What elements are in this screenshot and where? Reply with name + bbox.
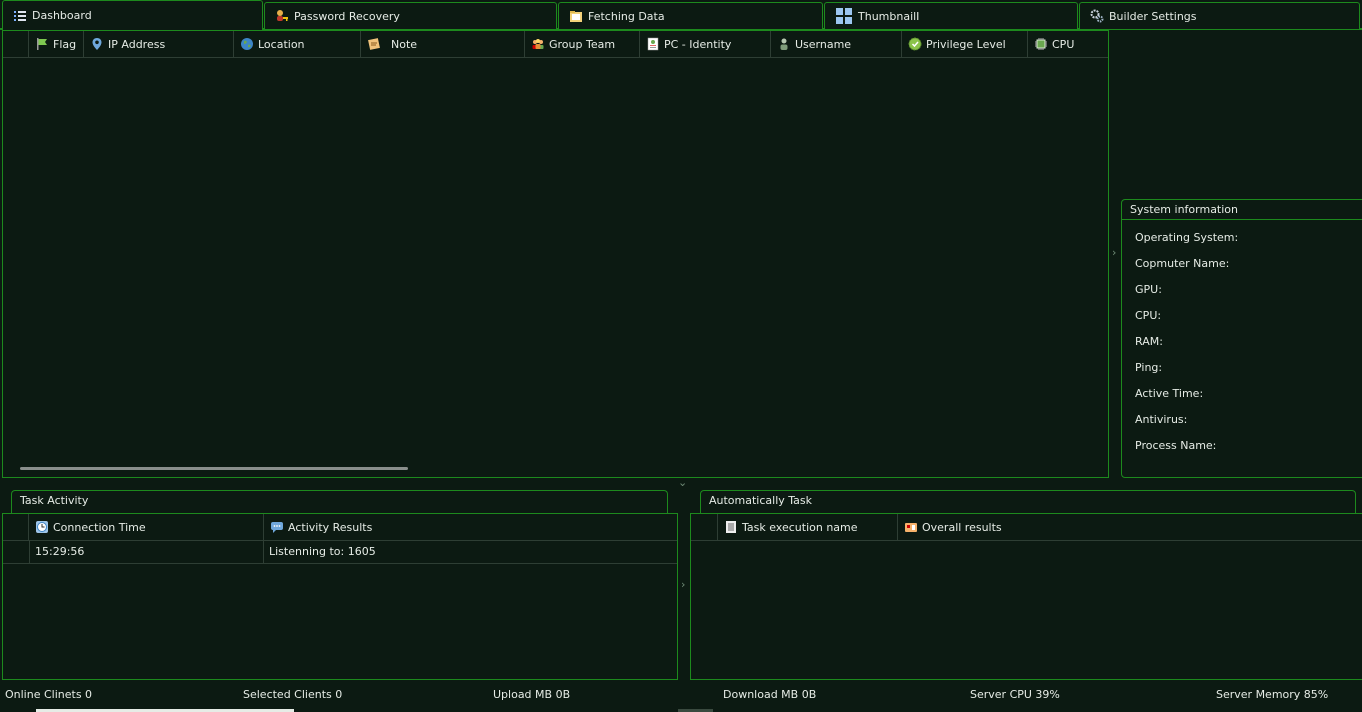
column-privilege-level[interactable]: Privilege Level [902, 31, 1028, 57]
group-icon [532, 39, 544, 49]
tab-fetching-data[interactable]: Fetching Data [558, 2, 823, 29]
sysinfo-active-time-label: Active Time: [1135, 387, 1204, 400]
flag-icon [37, 38, 47, 50]
automatically-task-table[interactable]: Task execution name Overall results [690, 513, 1362, 680]
status-upload: Upload MB 0B [493, 688, 571, 701]
tab-builder-settings[interactable]: Builder Settings [1079, 2, 1360, 29]
panel-title: System information [1130, 203, 1239, 216]
status-selected-clients: Selected Clients 0 [243, 688, 343, 701]
badge-icon [908, 37, 922, 51]
tab-label: Fetching Data [588, 9, 665, 23]
globe-icon [241, 38, 253, 50]
sysinfo-computer-name-label: Copmuter Name: [1135, 257, 1230, 270]
tab-label: Builder Settings [1109, 9, 1197, 23]
tab-password-recovery[interactable]: Password Recovery [264, 2, 557, 29]
chevron-right-icon[interactable]: › [681, 578, 685, 591]
column-ip-address[interactable]: IP Address [84, 31, 234, 57]
column-overall-results[interactable]: Overall results [898, 514, 1361, 540]
tab-dashboard[interactable]: Dashboard [2, 0, 263, 30]
note-icon [368, 38, 380, 50]
tab-label: Password Recovery [294, 9, 400, 23]
column-cpu[interactable]: CPU [1028, 31, 1108, 57]
automatically-task-table-header: Task execution name Overall results [691, 514, 1362, 541]
status-online-clients: Online Clinets 0 [5, 688, 93, 701]
row-selector-header[interactable] [691, 514, 718, 540]
map-pin-icon [92, 38, 102, 50]
horizontal-scrollbar[interactable] [20, 467, 408, 470]
chevron-right-icon[interactable]: › [1112, 246, 1116, 259]
divider [1122, 219, 1362, 220]
gears-icon [1090, 9, 1104, 23]
sysinfo-process-name-label: Process Name: [1135, 439, 1217, 452]
clock-icon [36, 521, 48, 533]
sysinfo-cpu-label: CPU: [1135, 309, 1162, 322]
status-bar [0, 680, 1362, 712]
tiles-icon [836, 8, 852, 24]
task-activity-table[interactable]: Connection Time Activity Results 15:29:5… [2, 513, 678, 680]
tab-label: Dashboard [32, 9, 92, 22]
id-card-icon [647, 37, 659, 51]
document-list-icon [726, 521, 736, 533]
chat-bubble-icon [271, 522, 283, 533]
row-selector-header[interactable] [3, 31, 29, 57]
status-download: Download MB 0B [723, 688, 817, 701]
row-selector-header[interactable] [3, 514, 29, 540]
tab-thumbnail[interactable]: ThumbnailI [824, 2, 1078, 29]
sysinfo-os-label: Operating System: [1135, 231, 1239, 244]
column-activity-results[interactable]: Activity Results [264, 514, 677, 540]
activity-result-cell: Listenning to: 1605 [269, 545, 376, 558]
status-server-cpu: Server CPU 39% [970, 688, 1060, 701]
column-flag[interactable]: Flag [29, 31, 84, 57]
user-icon [780, 38, 788, 50]
column-pc-identity[interactable]: PC - Identity [640, 31, 771, 57]
list-icon [14, 10, 26, 21]
folder-icon [570, 11, 582, 22]
clients-table[interactable]: Flag IP Address Location Note Group Team… [2, 30, 1109, 478]
system-information-panel: System information Operating System: Cop… [1121, 199, 1362, 478]
task-activity-header: Task Activity [11, 490, 668, 514]
tab-label: ThumbnailI [858, 9, 920, 23]
column-username[interactable]: Username [771, 31, 902, 57]
column-group-team[interactable]: Group Team [525, 31, 640, 57]
column-connection-time[interactable]: Connection Time [29, 514, 264, 540]
cpu-chip-icon [1035, 38, 1047, 50]
key-user-icon [277, 10, 288, 21]
panel-title: Task Activity [20, 494, 89, 507]
table-row[interactable]: 15:29:56 Listenning to: 1605 [3, 540, 677, 564]
sysinfo-gpu-label: GPU: [1135, 283, 1162, 296]
column-location[interactable]: Location [234, 31, 361, 57]
column-task-execution-name[interactable]: Task execution name [718, 514, 898, 540]
status-server-memory: Server Memory 85% [1216, 688, 1329, 701]
connection-time-cell: 15:29:56 [29, 540, 264, 563]
automatically-task-header: Automatically Task [700, 490, 1356, 514]
sysinfo-ping-label: Ping: [1135, 361, 1163, 374]
sysinfo-ram-label: RAM: [1135, 335, 1163, 348]
panel-title: Automatically Task [709, 494, 813, 507]
task-activity-table-header: Connection Time Activity Results [3, 514, 677, 541]
results-icon [905, 523, 917, 532]
sysinfo-antivirus-label: Antivirus: [1135, 413, 1188, 426]
column-note[interactable]: Note [361, 31, 525, 57]
chevron-down-icon[interactable]: ⌄ [678, 476, 687, 489]
clients-table-header: Flag IP Address Location Note Group Team… [3, 31, 1108, 58]
